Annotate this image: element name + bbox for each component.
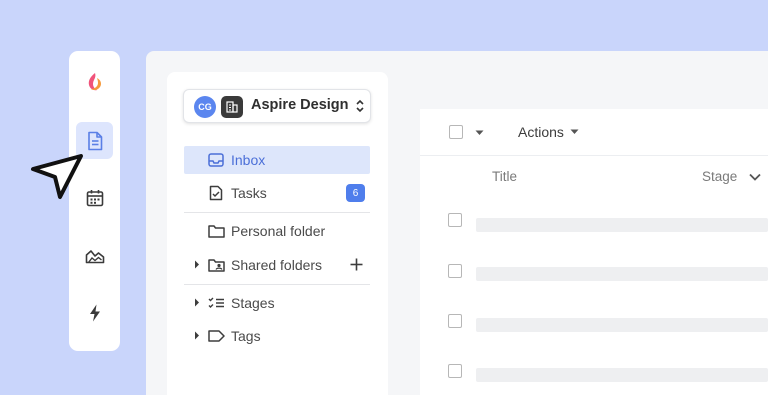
divider bbox=[184, 212, 370, 213]
select-all-checkbox[interactable] bbox=[449, 125, 463, 139]
cursor-arrow-icon bbox=[31, 154, 83, 199]
document-icon bbox=[87, 131, 102, 150]
actions-label: Actions bbox=[518, 124, 564, 140]
chevron-updown-icon bbox=[356, 99, 364, 113]
table-row-placeholder bbox=[476, 368, 768, 382]
plus-icon[interactable] bbox=[350, 258, 363, 271]
rail-reports-button[interactable] bbox=[76, 237, 113, 274]
column-header-title[interactable]: Title bbox=[492, 169, 517, 184]
nav-label-inbox: Inbox bbox=[231, 152, 266, 168]
shared-folder-icon bbox=[207, 256, 225, 274]
nav-item-tasks[interactable]: Tasks 6 bbox=[184, 179, 370, 207]
workspace-selector[interactable]: CG Aspire Design bbox=[183, 89, 371, 123]
nav-label-personal-folder: Personal folder bbox=[231, 223, 326, 239]
column-header-stage-label: Stage bbox=[702, 169, 738, 184]
nav-label-tasks: Tasks bbox=[231, 185, 267, 201]
chart-area-icon bbox=[85, 249, 104, 263]
row-checkbox[interactable] bbox=[448, 213, 462, 227]
table-row-placeholder bbox=[476, 218, 768, 232]
divider bbox=[184, 284, 370, 285]
nav-item-tags[interactable]: Tags bbox=[184, 322, 370, 350]
lightning-icon bbox=[89, 304, 100, 321]
chevron-down-icon bbox=[749, 173, 761, 181]
app-logo[interactable] bbox=[76, 63, 113, 100]
tasks-count-badge: 6 bbox=[346, 184, 365, 202]
tag-icon bbox=[207, 327, 225, 345]
caret-right-icon[interactable] bbox=[194, 331, 200, 340]
row-checkbox[interactable] bbox=[448, 364, 462, 378]
caret-right-icon[interactable] bbox=[194, 298, 200, 307]
table-row-placeholder bbox=[476, 318, 768, 332]
nav-item-inbox[interactable]: Inbox bbox=[184, 146, 370, 174]
document-table: Actions Title Stage bbox=[420, 109, 768, 395]
row-checkbox[interactable] bbox=[448, 264, 462, 278]
caret-right-icon[interactable] bbox=[194, 260, 200, 269]
building-icon bbox=[221, 96, 243, 118]
app-logo-icon bbox=[88, 72, 101, 90]
nav-item-personal-folder[interactable]: Personal folder bbox=[184, 217, 370, 245]
inbox-icon bbox=[207, 151, 225, 169]
checklist-icon bbox=[207, 294, 225, 312]
nav-item-stages[interactable]: Stages bbox=[184, 289, 370, 317]
user-avatar: CG bbox=[194, 96, 216, 118]
workspace-name: Aspire Design bbox=[251, 97, 349, 113]
column-header-stage[interactable]: Stage bbox=[702, 169, 761, 184]
table-row-placeholder bbox=[476, 267, 768, 281]
folder-icon bbox=[207, 222, 225, 240]
rail-automations-button[interactable] bbox=[76, 294, 113, 331]
actions-menu[interactable]: Actions bbox=[518, 124, 579, 140]
nav-label-shared-folders: Shared folders bbox=[231, 257, 323, 273]
toolbar-divider bbox=[420, 155, 768, 156]
caret-down-icon bbox=[570, 129, 579, 134]
nav-label-stages: Stages bbox=[231, 295, 275, 311]
nav-item-shared-folders[interactable]: Shared folders bbox=[184, 251, 370, 279]
task-check-icon bbox=[207, 184, 225, 202]
nav-label-tags: Tags bbox=[231, 328, 261, 344]
select-dropdown-caret-icon[interactable] bbox=[475, 130, 484, 136]
calendar-icon bbox=[86, 189, 103, 206]
row-checkbox[interactable] bbox=[448, 314, 462, 328]
